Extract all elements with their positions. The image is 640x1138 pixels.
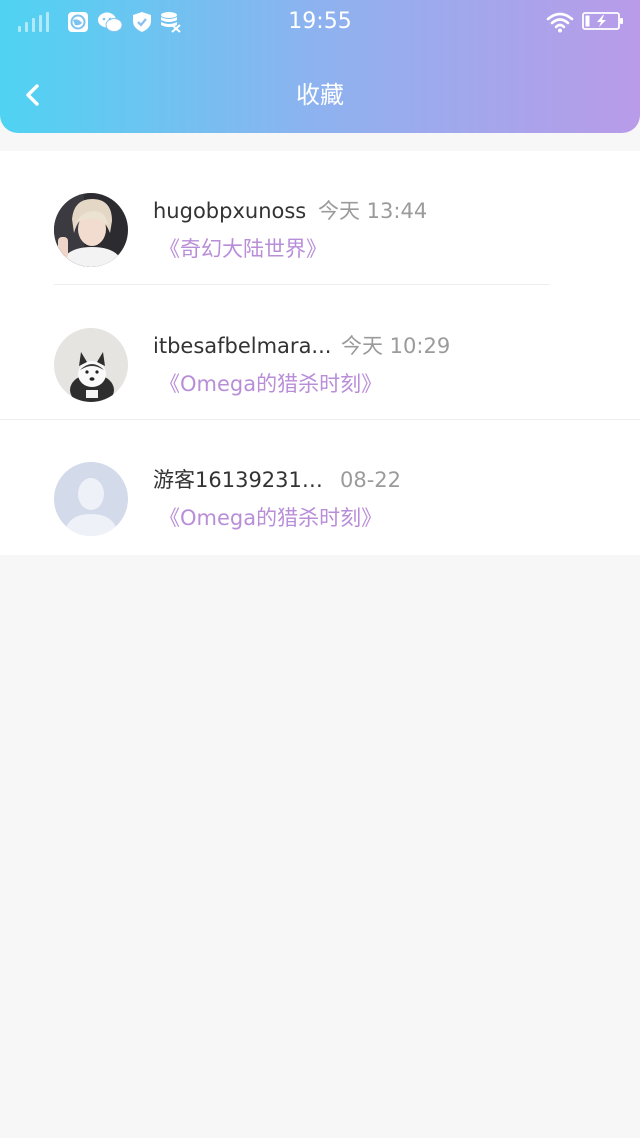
wifi-icon: [546, 12, 574, 33]
user-name: hugobpxunoss: [153, 199, 307, 223]
app-header: 19:55 收藏: [0, 0, 640, 133]
book-title-link[interactable]: 《Omega的猎杀时刻》: [159, 369, 382, 399]
status-time: 19:55: [288, 9, 352, 34]
list-item[interactable]: 游客16139231… 08-22 《Omega的猎杀时刻》: [0, 420, 640, 555]
page-title: 收藏: [296, 81, 344, 109]
user-name: itbesafbelmara...: [153, 334, 332, 358]
default-avatar-icon[interactable]: [54, 462, 128, 536]
favorite-time: 今天 10:29: [341, 334, 451, 358]
list-item[interactable]: hugobpxunoss 今天 13:44 《奇幻大陆世界》: [0, 151, 640, 285]
favorites-list: hugobpxunoss 今天 13:44 《奇幻大陆世界》 itbesafbe…: [0, 151, 640, 555]
book-title-link[interactable]: 《奇幻大陆世界》: [159, 234, 327, 264]
user-avatar[interactable]: [54, 193, 128, 267]
book-title-link[interactable]: 《Omega的猎杀时刻》: [159, 503, 382, 533]
favorite-time: 今天 13:44: [318, 199, 428, 223]
user-avatar[interactable]: [54, 328, 128, 402]
user-name: 游客16139231…: [153, 468, 323, 492]
list-item[interactable]: itbesafbelmara... 今天 10:29 《Omega的猎杀时刻》: [0, 285, 640, 420]
battery-charging-icon: [582, 12, 623, 30]
status-bar: 19:55: [0, 0, 640, 44]
favorite-time: 08-22: [340, 468, 402, 492]
